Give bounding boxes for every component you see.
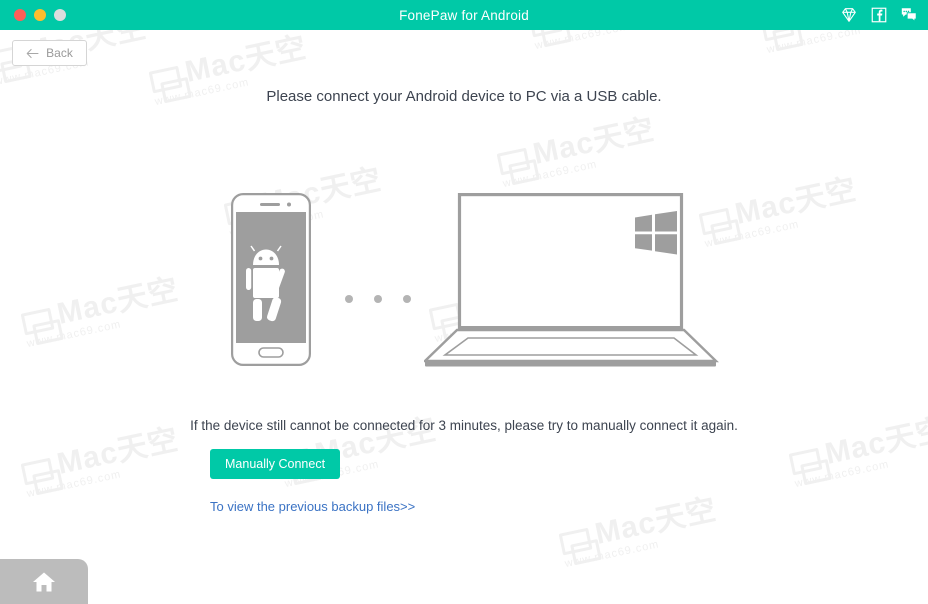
titlebar-actions [840,6,918,24]
watermark: Mac天空 www.mac69.com [495,112,660,190]
app-window: Mac天空 www.mac69.com Mac天空 www.mac69.com … [0,0,928,604]
connection-illustration [0,185,928,385]
watermark-mark-icon [788,447,823,476]
back-button[interactable]: Back [12,40,87,66]
connection-hint: If the device still cannot be connected … [190,418,738,433]
back-bar: Back [0,30,928,76]
watermark-subtext: www.mac69.com [563,537,661,570]
windows-laptop-illustration [424,193,719,367]
connection-dots [345,293,415,305]
facebook-icon[interactable] [870,6,888,24]
back-button-label: Back [46,46,73,60]
view-previous-backup-link[interactable]: To view the previous backup files>> [210,499,415,514]
watermark-mark-icon [496,147,531,176]
android-phone-illustration [231,193,311,366]
watermark: Mac天空 www.mac69.com [557,492,722,570]
page-headline: Please connect your Android device to PC… [266,88,662,105]
connection-dot [345,295,353,303]
watermark: Mac天空 www.mac69.com [19,423,184,500]
home-button[interactable] [0,559,88,604]
connection-dot [374,295,382,303]
watermark-subtext: www.mac69.com [793,457,891,490]
diamond-icon[interactable] [840,6,858,24]
window-title: FonePaw for Android [399,7,529,23]
home-icon [33,572,55,591]
feedback-icon[interactable] [900,6,918,24]
title-bar: FonePaw for Android [0,0,928,30]
watermark-subtext: www.mac69.com [501,157,599,190]
watermark-text: Mac天空 [592,492,720,551]
watermark-mark-icon [20,457,55,486]
watermark-mark-icon [558,527,593,556]
watermark-subtext: www.mac69.com [25,467,123,500]
manually-connect-button[interactable]: Manually Connect [210,449,341,479]
connection-dot [403,295,411,303]
watermark-text: Mac天空 [530,112,658,171]
arrow-left-icon [26,48,39,58]
